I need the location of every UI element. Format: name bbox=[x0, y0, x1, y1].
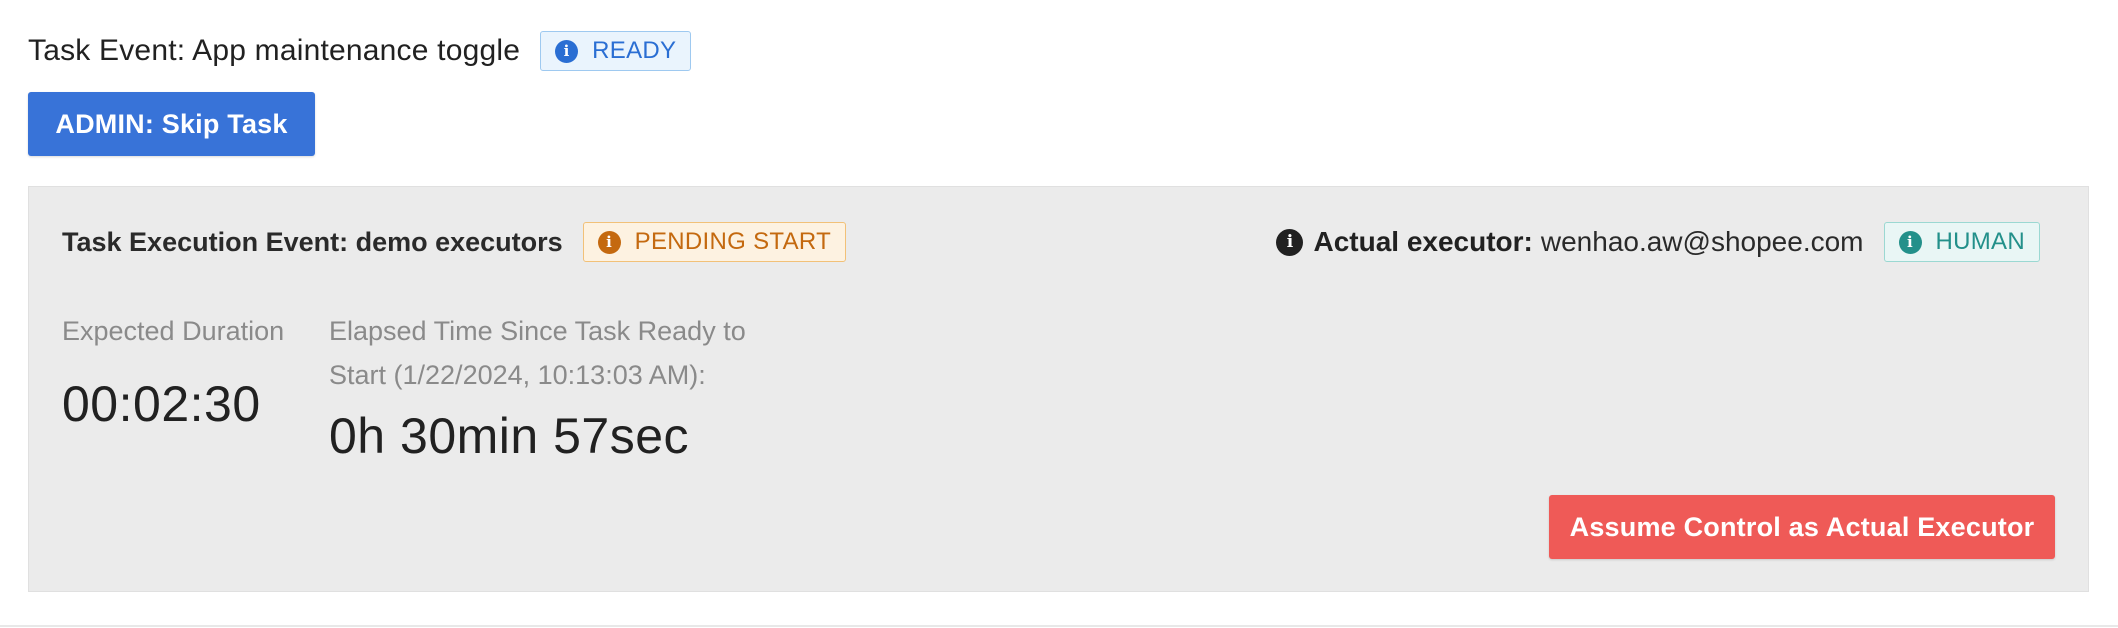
task-status-label: READY bbox=[592, 37, 677, 64]
info-icon: i bbox=[1898, 230, 1922, 254]
actual-executor: i Actual executor: wenhao.aw@shopee.com … bbox=[1276, 221, 2040, 263]
task-execution-panel: Task Execution Event: demo executors i P… bbox=[28, 186, 2089, 592]
execution-title: Task Execution Event: demo executors bbox=[62, 226, 563, 257]
execution-status-label: PENDING START bbox=[634, 228, 832, 255]
elapsed-time-label: Elapsed Time Since Task Ready to Start (… bbox=[329, 316, 746, 390]
task-header: Task Event: App maintenance toggle i REA… bbox=[28, 30, 692, 72]
info-icon: i bbox=[555, 39, 579, 63]
elapsed-time: Elapsed Time Since Task Ready to Start (… bbox=[329, 309, 799, 465]
elapsed-time-value: 0h 30min 57sec bbox=[329, 408, 690, 464]
expected-duration-label: Expected Duration bbox=[62, 316, 285, 346]
execution-status-badge: i PENDING START bbox=[582, 222, 847, 262]
divider bbox=[0, 625, 2118, 627]
execution-header: Task Execution Event: demo executors i P… bbox=[62, 221, 847, 263]
actual-executor-label: Actual executor: bbox=[1313, 226, 1533, 257]
skip-task-button[interactable]: ADMIN: Skip Task bbox=[28, 92, 315, 156]
info-icon: i bbox=[597, 230, 621, 254]
executor-type-badge: i HUMAN bbox=[1883, 222, 2040, 262]
expected-duration: Expected Duration 00:02:30 bbox=[62, 309, 284, 433]
executor-type-label: HUMAN bbox=[1935, 228, 2025, 255]
assume-control-button[interactable]: Assume Control as Actual Executor bbox=[1549, 495, 2055, 559]
task-title: Task Event: App maintenance toggle bbox=[28, 34, 521, 67]
actual-executor-value: wenhao.aw@shopee.com bbox=[1540, 226, 1864, 257]
info-icon[interactable]: i bbox=[1276, 228, 1304, 256]
task-status-badge: i READY bbox=[540, 31, 692, 71]
expected-duration-value: 00:02:30 bbox=[62, 376, 261, 432]
